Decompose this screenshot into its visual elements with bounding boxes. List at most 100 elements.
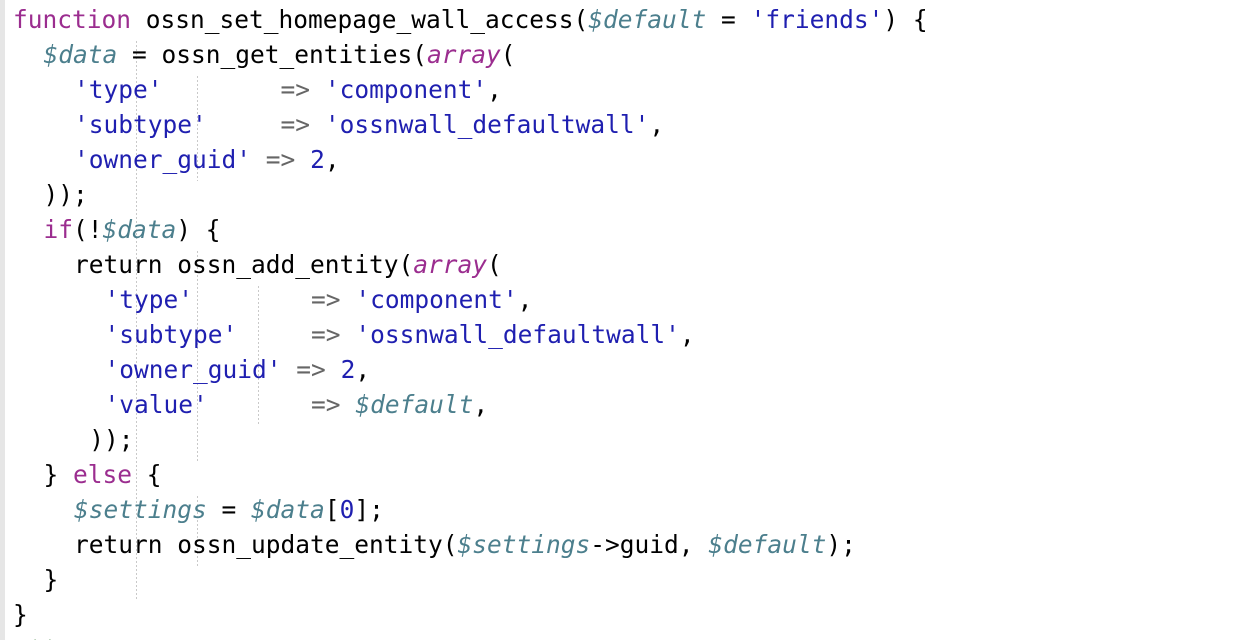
code-line[interactable]: } else {: [44, 457, 162, 492]
code-token-plain: ,: [473, 390, 489, 419]
code-token-plain: ossn_add_entity(: [162, 250, 414, 279]
code-line[interactable]: /**: [13, 632, 57, 640]
code-token-plain: (!: [73, 215, 103, 244]
editor-gutter-strip: [0, 0, 5, 640]
code-line[interactable]: return ossn_add_entity(array(: [74, 247, 502, 282]
code-token-op: =>: [280, 110, 311, 139]
code-token-plain: ) {: [176, 215, 221, 244]
code-line[interactable]: $data = ossn_get_entities(array(: [44, 37, 516, 72]
code-line[interactable]: $settings = $data[0];: [74, 492, 384, 527]
code-token-plain: (: [500, 40, 516, 69]
code-token-plain: ));: [89, 425, 134, 454]
code-line[interactable]: if(!$data) {: [44, 212, 221, 247]
code-token-plain: return: [74, 530, 163, 559]
code-token-var: $settings: [74, 495, 207, 524]
code-token-str: 'owner_guid': [74, 145, 252, 174]
code-token-str: 'type': [74, 75, 163, 104]
code-token-plain: ,: [355, 355, 371, 384]
code-token-plain: ossn_set_homepage_wall_access(: [145, 5, 589, 34]
code-token-plain: ) {: [883, 5, 928, 34]
code-token-str: 'subtype': [74, 110, 207, 139]
code-token-plain: ,: [649, 110, 665, 139]
code-token-plain: (: [487, 250, 502, 279]
code-line[interactable]: ));: [89, 422, 133, 457]
code-token-str: 'value': [104, 390, 208, 419]
code-token-plain: ,: [679, 320, 695, 349]
code-token-plain: ->guid,: [590, 530, 709, 559]
code-text-layer[interactable]: function ossn_set_homepage_wall_access($…: [0, 0, 1242, 640]
code-line[interactable]: ));: [44, 177, 88, 212]
code-token-var: $settings: [457, 530, 591, 559]
code-token-num: 2: [340, 355, 356, 384]
code-token-str: 'component': [355, 285, 518, 314]
code-token-plain: {: [132, 460, 162, 489]
code-token-var: $default: [708, 530, 827, 559]
code-token-str: 'ossnwall_defaultwall': [324, 110, 650, 139]
code-line[interactable]: return ossn_update_entity($settings->gui…: [74, 527, 856, 562]
code-line[interactable]: 'owner_guid' => 2,: [105, 352, 371, 387]
code-line[interactable]: 'subtype' => 'ossnwall_defaultwall',: [74, 107, 664, 142]
code-editor[interactable]: function ossn_set_homepage_wall_access($…: [0, 0, 1242, 640]
code-token-str: 'owner_guid': [104, 355, 282, 384]
code-line[interactable]: 'owner_guid' => 2,: [74, 142, 340, 177]
code-line[interactable]: }: [13, 597, 28, 632]
code-token-var: $data: [251, 495, 325, 524]
code-token-plain: ,: [487, 75, 502, 104]
code-token-kw: function: [13, 5, 146, 34]
code-line[interactable]: 'type' => 'component',: [74, 72, 502, 107]
code-token-kw: if: [43, 215, 74, 244]
code-line[interactable]: 'value' => $default,: [105, 387, 489, 422]
code-token-plain: ,: [324, 145, 340, 174]
code-token-plain: ));: [43, 180, 88, 209]
code-token-op: =>: [311, 320, 341, 349]
code-token-plain: ];: [354, 495, 384, 524]
code-token-op: =>: [311, 285, 341, 314]
code-token-plain: ,: [517, 285, 533, 314]
code-token-str: 'type': [104, 285, 194, 314]
code-token-plain: = ossn_get_entities(: [117, 40, 428, 69]
code-token-plain: return: [74, 250, 163, 279]
code-token-plain: );: [826, 530, 856, 559]
code-token-str: 'component': [324, 75, 488, 104]
code-token-str: 'subtype': [104, 320, 238, 349]
code-line[interactable]: 'subtype' => 'ossnwall_defaultwall',: [105, 317, 695, 352]
code-token-plain: }: [43, 460, 74, 489]
code-token-var: $default: [588, 5, 707, 34]
code-token-plain: [: [324, 495, 340, 524]
code-token-var: $data: [102, 215, 177, 244]
code-token-plain: ossn_update_entity(: [162, 530, 458, 559]
code-line[interactable]: 'type' => 'component',: [105, 282, 533, 317]
code-line[interactable]: }: [44, 562, 59, 597]
code-token-plain: }: [13, 600, 28, 629]
code-token-num: 0: [339, 495, 355, 524]
code-token-op: =>: [265, 145, 296, 174]
code-token-num: 2: [310, 145, 325, 174]
code-token-op: =>: [311, 390, 341, 419]
code-token-var: $data: [43, 40, 118, 69]
code-token-op: =>: [296, 355, 326, 384]
code-token-var: $default: [355, 390, 474, 419]
code-token-op: =>: [280, 75, 311, 104]
code-token-kw: else: [73, 460, 133, 489]
code-token-kw-i: array: [427, 40, 501, 69]
code-line[interactable]: function ossn_set_homepage_wall_access($…: [13, 2, 928, 37]
code-token-str: 'friends': [750, 5, 884, 34]
code-token-str: 'ossnwall_defaultwall': [355, 320, 680, 349]
code-token-plain: =: [206, 495, 252, 524]
code-token-kw-i: array: [413, 250, 488, 279]
code-token-plain: =: [706, 5, 751, 34]
